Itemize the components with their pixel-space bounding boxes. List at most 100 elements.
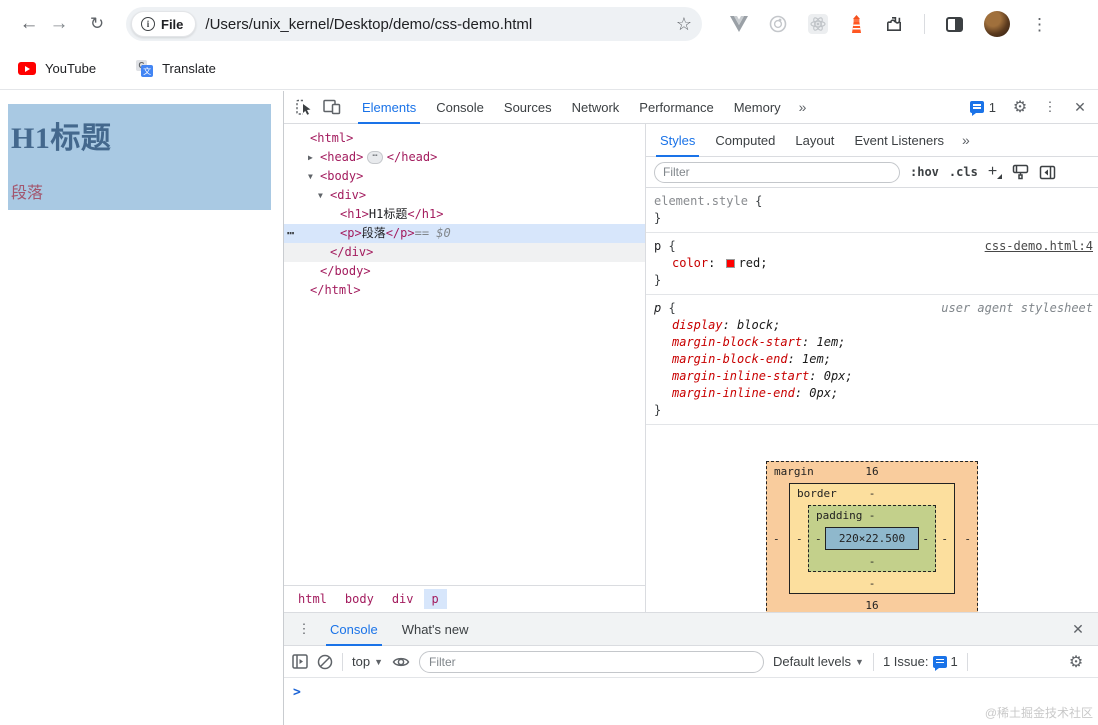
more-subtabs-icon[interactable]: »	[954, 132, 978, 148]
css-rule[interactable]: css-demo.html:4p {color: red;}	[646, 233, 1098, 295]
drawer-menu-icon[interactable]: ⋮	[290, 616, 318, 642]
reload-icon[interactable]: ↻	[82, 9, 112, 39]
url-file-chip[interactable]: i File	[131, 11, 196, 37]
record-extension-icon[interactable]	[769, 15, 787, 33]
toggle-pseudo-state-button[interactable]: :hov	[910, 165, 939, 179]
box-model-margin-left-value[interactable]: -	[773, 532, 780, 545]
styles-filter-input[interactable]	[654, 162, 900, 183]
tree-row[interactable]: </html>	[284, 281, 645, 300]
forward-icon[interactable]: →	[44, 9, 74, 39]
log-levels-selector[interactable]: Default levels ▼	[773, 654, 864, 669]
expand-arrow-icon[interactable]: ▼	[308, 167, 320, 186]
tree-row[interactable]: <html>	[284, 129, 645, 148]
react-devtools-icon[interactable]	[808, 14, 828, 34]
stylesheet-source-link[interactable]: css-demo.html:4	[985, 238, 1093, 255]
url-bar[interactable]: i File /Users/unix_kernel/Desktop/demo/c…	[126, 7, 702, 41]
css-rule[interactable]: user agent stylesheetp {display: block;m…	[646, 295, 1098, 425]
css-property[interactable]: margin-inline-start: 0px;	[654, 368, 1092, 385]
console-settings-icon[interactable]: ⚙	[1062, 649, 1090, 675]
box-model-padding-top-value[interactable]: -	[809, 509, 935, 522]
tab-network[interactable]: Network	[562, 91, 630, 124]
url-text[interactable]: /Users/unix_kernel/Desktop/demo/css-demo…	[205, 16, 675, 33]
devtools-menu-icon[interactable]: ⋮	[1036, 94, 1064, 120]
drawer-tab-whats-new[interactable]: What's new	[390, 613, 481, 646]
breadcrumb-item-html[interactable]: html	[290, 589, 335, 609]
color-swatch[interactable]	[726, 259, 735, 268]
bookmark-youtube[interactable]: YouTube	[18, 61, 96, 76]
drawer-tab-console[interactable]: Console	[318, 613, 390, 646]
vue-devtools-icon[interactable]	[730, 16, 748, 32]
tree-row[interactable]: ▶<head>⋯</head>	[284, 148, 645, 167]
computed-sidebar-toggle-icon[interactable]	[1039, 165, 1056, 180]
box-model-margin-bottom-value[interactable]: 16	[767, 599, 977, 612]
css-rule[interactable]: element.style {}	[646, 188, 1098, 233]
tab-memory[interactable]: Memory	[724, 91, 791, 124]
device-toolbar-icon[interactable]	[318, 94, 346, 120]
box-model-margin[interactable]: margin1616--border----padding----220×22.…	[766, 461, 978, 612]
console-prompt[interactable]: >	[284, 678, 1098, 700]
clear-console-icon[interactable]	[317, 654, 333, 670]
box-model-border-right-value[interactable]: -	[941, 532, 948, 545]
more-panels-icon[interactable]: »	[791, 99, 815, 115]
issues-summary[interactable]: 1 Issue: 1	[883, 654, 958, 669]
lighthouse-extension-icon[interactable]	[849, 15, 864, 33]
subtab-event-listeners[interactable]: Event Listeners	[844, 124, 954, 157]
console-sidebar-icon[interactable]	[292, 654, 308, 669]
subtab-styles[interactable]: Styles	[650, 124, 705, 157]
devtools-close-icon[interactable]: ✕	[1066, 94, 1094, 120]
box-model-border-bottom-value[interactable]: -	[790, 577, 954, 590]
css-property[interactable]: display: block;	[654, 317, 1092, 334]
profile-avatar[interactable]	[984, 11, 1010, 37]
subtab-layout[interactable]: Layout	[785, 124, 844, 157]
breadcrumb-item-p[interactable]: p	[424, 589, 447, 609]
side-panel-icon[interactable]	[946, 17, 963, 32]
box-model-padding-left-value[interactable]: -	[815, 532, 822, 545]
tree-row[interactable]: ▼<div>	[284, 186, 645, 205]
tab-sources[interactable]: Sources	[494, 91, 562, 124]
box-model-margin-right-value[interactable]: -	[964, 532, 971, 545]
box-model-border-left-value[interactable]: -	[796, 532, 803, 545]
tree-row[interactable]: ⋯<p>段落</p> == $0	[284, 224, 645, 243]
box-model-padding-right-value[interactable]: -	[922, 532, 929, 545]
context-selector[interactable]: top ▼	[352, 654, 383, 669]
row-menu-icon[interactable]: ⋯	[287, 224, 293, 243]
inspect-element-icon[interactable]	[290, 94, 318, 120]
tab-elements[interactable]: Elements	[352, 91, 426, 124]
css-property[interactable]: margin-block-end: 1em;	[654, 351, 1092, 368]
back-icon[interactable]: ←	[14, 9, 44, 39]
css-property[interactable]: margin-block-start: 1em;	[654, 334, 1092, 351]
drawer-close-icon[interactable]: ✕	[1064, 616, 1092, 642]
box-model-border-top-value[interactable]: -	[790, 487, 954, 500]
tree-row[interactable]: </body>	[284, 262, 645, 281]
expand-arrow-icon[interactable]: ▶	[308, 148, 320, 167]
live-expression-icon[interactable]	[392, 655, 410, 669]
bookmark-star-icon[interactable]: ☆	[676, 14, 692, 35]
box-model-padding[interactable]: padding----220×22.500	[808, 505, 936, 572]
box-model-margin-top-value[interactable]: 16	[767, 465, 977, 478]
highlighted-div[interactable]: H1标题 段落	[8, 104, 271, 210]
rendering-emulation-icon[interactable]	[1012, 164, 1029, 180]
box-model-border[interactable]: border----padding----220×22.500	[789, 483, 955, 594]
tree-row[interactable]: ▼<body>	[284, 167, 645, 186]
box-model-padding-bottom-value[interactable]: -	[809, 555, 935, 568]
box-model-content[interactable]: 220×22.500	[825, 527, 919, 550]
issues-counter[interactable]: 1	[962, 100, 1004, 115]
tree-row[interactable]: <h1>H1标题</h1>	[284, 205, 645, 224]
devtools-settings-icon[interactable]: ⚙	[1006, 94, 1034, 120]
css-property[interactable]: color: red;	[654, 255, 1092, 272]
browser-menu-icon[interactable]: ⋮	[1031, 16, 1048, 33]
subtab-computed[interactable]: Computed	[705, 124, 785, 157]
breadcrumb-item-div[interactable]: div	[384, 589, 422, 609]
css-property[interactable]: margin-inline-end: 0px;	[654, 385, 1092, 402]
expand-arrow-icon[interactable]: ▼	[318, 186, 330, 205]
console-filter-input[interactable]	[419, 651, 764, 673]
tab-console[interactable]: Console	[426, 91, 494, 124]
breadcrumb-item-body[interactable]: body	[337, 589, 382, 609]
new-style-rule-icon[interactable]: +	[988, 163, 1002, 181]
element-classes-button[interactable]: .cls	[949, 165, 978, 179]
tab-performance[interactable]: Performance	[629, 91, 723, 124]
tree-row[interactable]: </div>	[284, 243, 645, 262]
extensions-puzzle-icon[interactable]	[885, 15, 903, 33]
info-icon[interactable]: i	[141, 17, 155, 31]
bookmark-translate[interactable]: G 文 Translate	[136, 60, 216, 77]
